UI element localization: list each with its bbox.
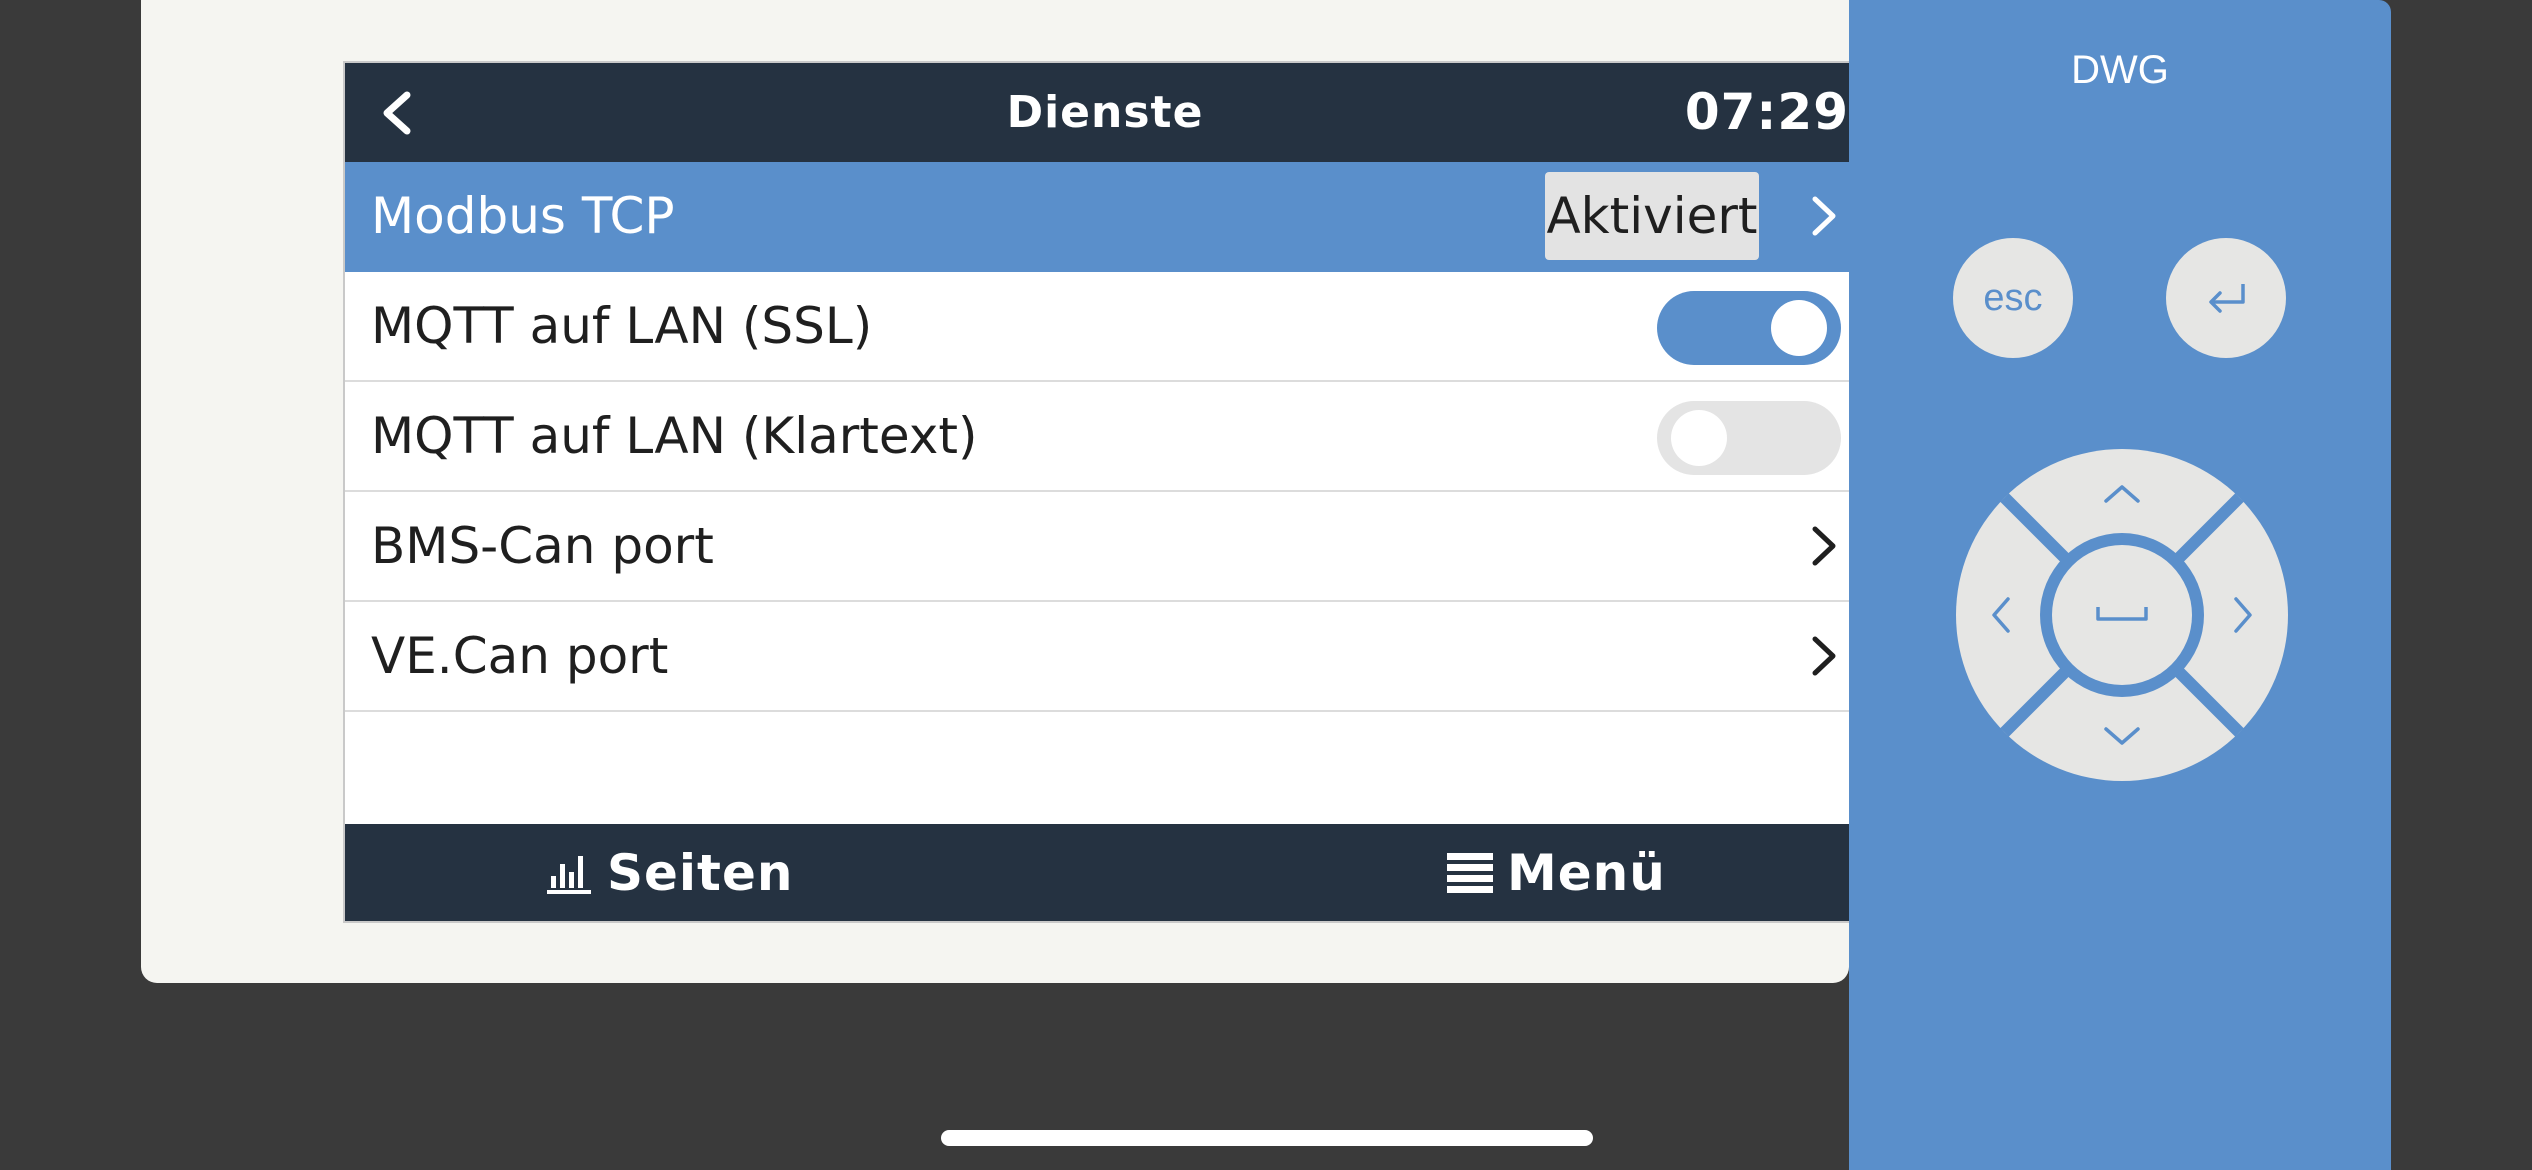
app-card: Dienste 07:29 Modbus TCP Aktiviert MQTT …	[141, 0, 1867, 983]
toggle-knob	[1771, 300, 1827, 356]
list-item-label: MQTT auf LAN (SSL)	[371, 297, 873, 355]
dpad-down-button[interactable]	[2052, 699, 2192, 781]
header-bar: Dienste 07:29	[345, 63, 1865, 162]
pages-button[interactable]: Seiten	[545, 824, 793, 921]
mqtt-klartext-toggle[interactable]	[1657, 401, 1841, 475]
clock: 07:29	[1684, 83, 1849, 141]
bar-chart-icon	[545, 852, 593, 894]
dpad-right-button[interactable]	[2206, 545, 2288, 685]
esc-button[interactable]: esc	[1953, 238, 2073, 358]
list-item-mqtt-ssl[interactable]: MQTT auf LAN (SSL)	[345, 272, 1865, 382]
footer-bar: Seiten Menü	[345, 824, 1865, 921]
list-item-mqtt-klartext[interactable]: MQTT auf LAN (Klartext)	[345, 382, 1865, 492]
dpad-left-button[interactable]	[1956, 545, 2038, 685]
mqtt-ssl-toggle[interactable]	[1657, 291, 1841, 365]
list-item-label: MQTT auf LAN (Klartext)	[371, 407, 978, 465]
enter-return-icon	[2209, 284, 2245, 313]
dpad-up-button[interactable]	[2052, 449, 2192, 531]
device-name: DWG	[2071, 48, 2169, 92]
services-list: Modbus TCP Aktiviert MQTT auf LAN (SSL) …	[345, 162, 1865, 712]
dpad	[1956, 449, 2288, 781]
control-panel: DWG esc	[1849, 0, 2391, 1170]
list-item-ve-can-port[interactable]: VE.Can port	[345, 602, 1865, 712]
hamburger-menu-icon	[1447, 852, 1493, 893]
chevron-right-icon	[1812, 526, 1836, 566]
list-item-label: VE.Can port	[371, 627, 669, 685]
list-item-bms-can-port[interactable]: BMS-Can port	[345, 492, 1865, 602]
enter-button[interactable]	[2166, 238, 2286, 358]
page-title: Dienste	[1006, 87, 1204, 138]
pages-label: Seiten	[607, 843, 794, 902]
list-item-label: Modbus TCP	[371, 187, 675, 245]
chevron-right-icon	[1812, 636, 1836, 676]
status-value: Aktiviert	[1545, 172, 1759, 260]
menu-label: Menü	[1507, 843, 1666, 902]
list-item-modbus-tcp[interactable]: Modbus TCP Aktiviert	[345, 162, 1865, 272]
dpad-center-button[interactable]	[2052, 545, 2192, 685]
list-item-label: BMS-Can port	[371, 517, 714, 575]
menu-button[interactable]: Menü	[1447, 824, 1666, 921]
toggle-knob	[1671, 410, 1727, 466]
device-screen: Dienste 07:29 Modbus TCP Aktiviert MQTT …	[343, 61, 1867, 923]
chevron-right-icon	[1812, 196, 1836, 236]
home-indicator[interactable]	[941, 1130, 1593, 1146]
